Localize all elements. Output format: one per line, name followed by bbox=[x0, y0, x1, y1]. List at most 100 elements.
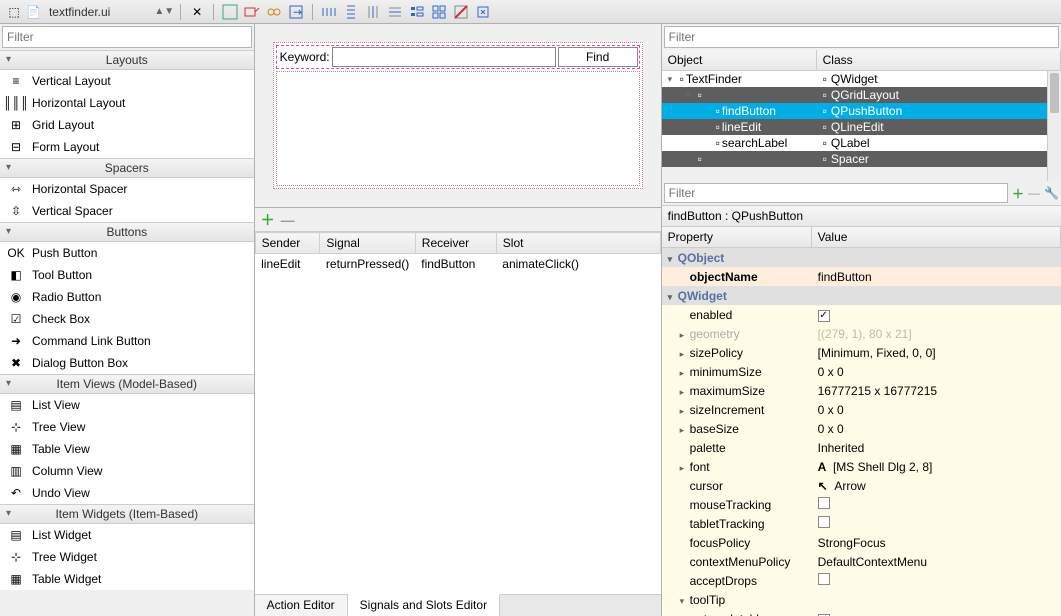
section-spacers[interactable]: ▾Spacers bbox=[0, 158, 254, 178]
object-filter-input[interactable] bbox=[664, 26, 1059, 48]
tree-row[interactable]: ▾▫TextFinder▫QWidget bbox=[662, 71, 1061, 87]
widget-item[interactable]: ◧Tool Button bbox=[0, 264, 254, 286]
layout-grid-icon[interactable] bbox=[429, 2, 449, 22]
design-canvas[interactable]: Keyword: Find bbox=[255, 24, 661, 207]
property-row[interactable]: ▸maximumSize16777215 x 16777215 bbox=[662, 381, 1061, 400]
col-signal[interactable]: Signal bbox=[320, 233, 415, 254]
property-row[interactable]: focusPolicyStrongFocus bbox=[662, 533, 1061, 552]
tab-signals-editor[interactable]: Signals and Slots Editor bbox=[348, 594, 500, 616]
layout-h-icon[interactable] bbox=[319, 2, 339, 22]
widget-item[interactable]: OKPush Button bbox=[0, 242, 254, 264]
keyword-label[interactable]: Keyword: bbox=[278, 48, 330, 66]
widget-item[interactable]: ▥Column View bbox=[0, 460, 254, 482]
tree-row[interactable]: ▫lineEdit▫QLineEdit bbox=[662, 119, 1061, 135]
col-object[interactable]: Object bbox=[662, 50, 817, 70]
checkbox-icon[interactable]: ✓ bbox=[818, 310, 830, 322]
property-row[interactable]: ▸baseSize0 x 0 bbox=[662, 419, 1061, 438]
section-layouts[interactable]: ▾Layouts bbox=[0, 50, 254, 70]
property-row[interactable]: ▸fontA [MS Shell Dlg 2, 8] bbox=[662, 457, 1061, 476]
property-filter-input[interactable] bbox=[664, 183, 1008, 203]
property-row[interactable]: mouseTracking bbox=[662, 495, 1061, 514]
remove-property-icon[interactable]: — bbox=[1028, 186, 1040, 200]
property-row[interactable]: ▸sizeIncrement0 x 0 bbox=[662, 400, 1061, 419]
col-sender[interactable]: Sender bbox=[255, 233, 320, 254]
widget-item[interactable]: ▦Table Widget bbox=[0, 568, 254, 590]
lock-icon[interactable]: ⬚ bbox=[4, 2, 24, 22]
tree-row[interactable]: ▫searchLabel▫QLabel bbox=[662, 135, 1061, 151]
object-tree[interactable]: ▾▫TextFinder▫QWidget▾▫▫QGridLayout▫findB… bbox=[662, 71, 1061, 181]
layout-form-icon[interactable] bbox=[407, 2, 427, 22]
adjust-size-icon[interactable] bbox=[473, 2, 493, 22]
add-property-icon[interactable]: ＋ bbox=[1012, 185, 1024, 202]
property-row[interactable]: enabled✓ bbox=[662, 305, 1061, 324]
layout-vsplit-icon[interactable] bbox=[385, 2, 405, 22]
layout-hsplit-icon[interactable] bbox=[363, 2, 383, 22]
property-group[interactable]: ▾QWidget bbox=[662, 286, 1061, 305]
widget-item[interactable]: ▤List Widget bbox=[0, 524, 254, 546]
add-signal-icon[interactable]: ＋ bbox=[261, 210, 275, 230]
checkbox-icon[interactable] bbox=[818, 516, 830, 528]
widget-item[interactable]: ⊞Grid Layout bbox=[0, 114, 254, 136]
edit-buddies-icon[interactable] bbox=[264, 2, 284, 22]
widget-item[interactable]: ⇳Vertical Spacer bbox=[0, 200, 254, 222]
wrench-icon[interactable]: 🔧 bbox=[1044, 186, 1059, 200]
widget-item[interactable]: ◉Radio Button bbox=[0, 286, 254, 308]
property-row[interactable]: ▸minimumSize0 x 0 bbox=[662, 362, 1061, 381]
find-button-widget[interactable]: Find bbox=[558, 47, 638, 67]
property-row[interactable]: tabletTracking bbox=[662, 514, 1061, 533]
edit-taborder-icon[interactable]: ⇥ bbox=[286, 2, 306, 22]
widget-item[interactable]: ✖Dialog Button Box bbox=[0, 352, 254, 374]
checkbox-icon[interactable] bbox=[818, 497, 830, 509]
widget-item[interactable]: ║║║Horizontal Layout bbox=[0, 92, 254, 114]
property-table[interactable]: ▾QObjectobjectNamefindButton▾QWidgetenab… bbox=[662, 248, 1061, 616]
scrollbar[interactable] bbox=[1047, 71, 1061, 181]
textedit-widget[interactable] bbox=[276, 71, 640, 186]
close-icon[interactable]: ✕ bbox=[187, 2, 207, 22]
signals-table[interactable]: Sender Signal Receiver Slot lineEdit ret… bbox=[255, 232, 661, 274]
layout-v-icon[interactable] bbox=[341, 2, 361, 22]
widget-item[interactable]: ⇿Horizontal Spacer bbox=[0, 178, 254, 200]
edit-widgets-icon[interactable] bbox=[220, 2, 240, 22]
lineedit-widget[interactable] bbox=[332, 47, 556, 67]
break-layout-icon[interactable] bbox=[451, 2, 471, 22]
col-receiver[interactable]: Receiver bbox=[415, 233, 496, 254]
property-row[interactable]: cursor↖ Arrow bbox=[662, 476, 1061, 495]
cls-icon: ▫ bbox=[823, 152, 827, 166]
widget-item[interactable]: ⊟Form Layout bbox=[0, 136, 254, 158]
remove-signal-icon[interactable]: — bbox=[281, 212, 295, 228]
widget-item[interactable]: ⊹Tree Widget bbox=[0, 546, 254, 568]
checkbox-icon[interactable] bbox=[818, 573, 830, 585]
property-row[interactable]: contextMenuPolicyDefaultContextMenu bbox=[662, 552, 1061, 571]
property-group[interactable]: ▾QObject bbox=[662, 248, 1061, 267]
file-spinner[interactable]: ▲▼ bbox=[154, 9, 174, 14]
tree-row[interactable]: ▫▫Spacer bbox=[662, 151, 1061, 167]
widget-item[interactable]: ➜Command Link Button bbox=[0, 330, 254, 352]
property-row[interactable]: ▾toolTip bbox=[662, 590, 1061, 609]
widget-item[interactable]: ☑Check Box bbox=[0, 308, 254, 330]
widget-item[interactable]: ▦Table View bbox=[0, 438, 254, 460]
property-row[interactable]: translatable✓ bbox=[662, 609, 1061, 616]
edit-signals-icon[interactable] bbox=[242, 2, 262, 22]
property-row[interactable]: objectNamefindButton bbox=[662, 267, 1061, 286]
section-itemwidgets[interactable]: ▾Item Widgets (Item-Based) bbox=[0, 504, 254, 524]
tab-action-editor[interactable]: Action Editor bbox=[255, 595, 348, 616]
signal-row[interactable]: lineEdit returnPressed() findButton anim… bbox=[255, 254, 660, 275]
widget-item[interactable]: ≡Vertical Layout bbox=[0, 70, 254, 92]
col-value[interactable]: Value bbox=[812, 227, 1061, 247]
tree-row[interactable]: ▾▫▫QGridLayout bbox=[662, 87, 1061, 103]
property-row[interactable]: acceptDrops bbox=[662, 571, 1061, 590]
widget-item[interactable]: ⊹Tree View bbox=[0, 416, 254, 438]
section-itemviews[interactable]: ▾Item Views (Model-Based) bbox=[0, 374, 254, 394]
section-buttons[interactable]: ▾Buttons bbox=[0, 222, 254, 242]
col-slot[interactable]: Slot bbox=[496, 233, 660, 254]
form-preview[interactable]: Keyword: Find bbox=[273, 42, 643, 189]
widget-item[interactable]: ↶Undo View bbox=[0, 482, 254, 504]
col-class[interactable]: Class bbox=[817, 50, 1061, 70]
tree-row[interactable]: ▫findButton▫QPushButton bbox=[662, 103, 1061, 119]
property-row[interactable]: ▸geometry[(279, 1), 80 x 21] bbox=[662, 324, 1061, 343]
widget-filter-input[interactable] bbox=[2, 26, 252, 48]
widget-item[interactable]: ▤List View bbox=[0, 394, 254, 416]
property-row[interactable]: ▸sizePolicy[Minimum, Fixed, 0, 0] bbox=[662, 343, 1061, 362]
property-row[interactable]: paletteInherited bbox=[662, 438, 1061, 457]
col-property[interactable]: Property bbox=[662, 227, 812, 247]
